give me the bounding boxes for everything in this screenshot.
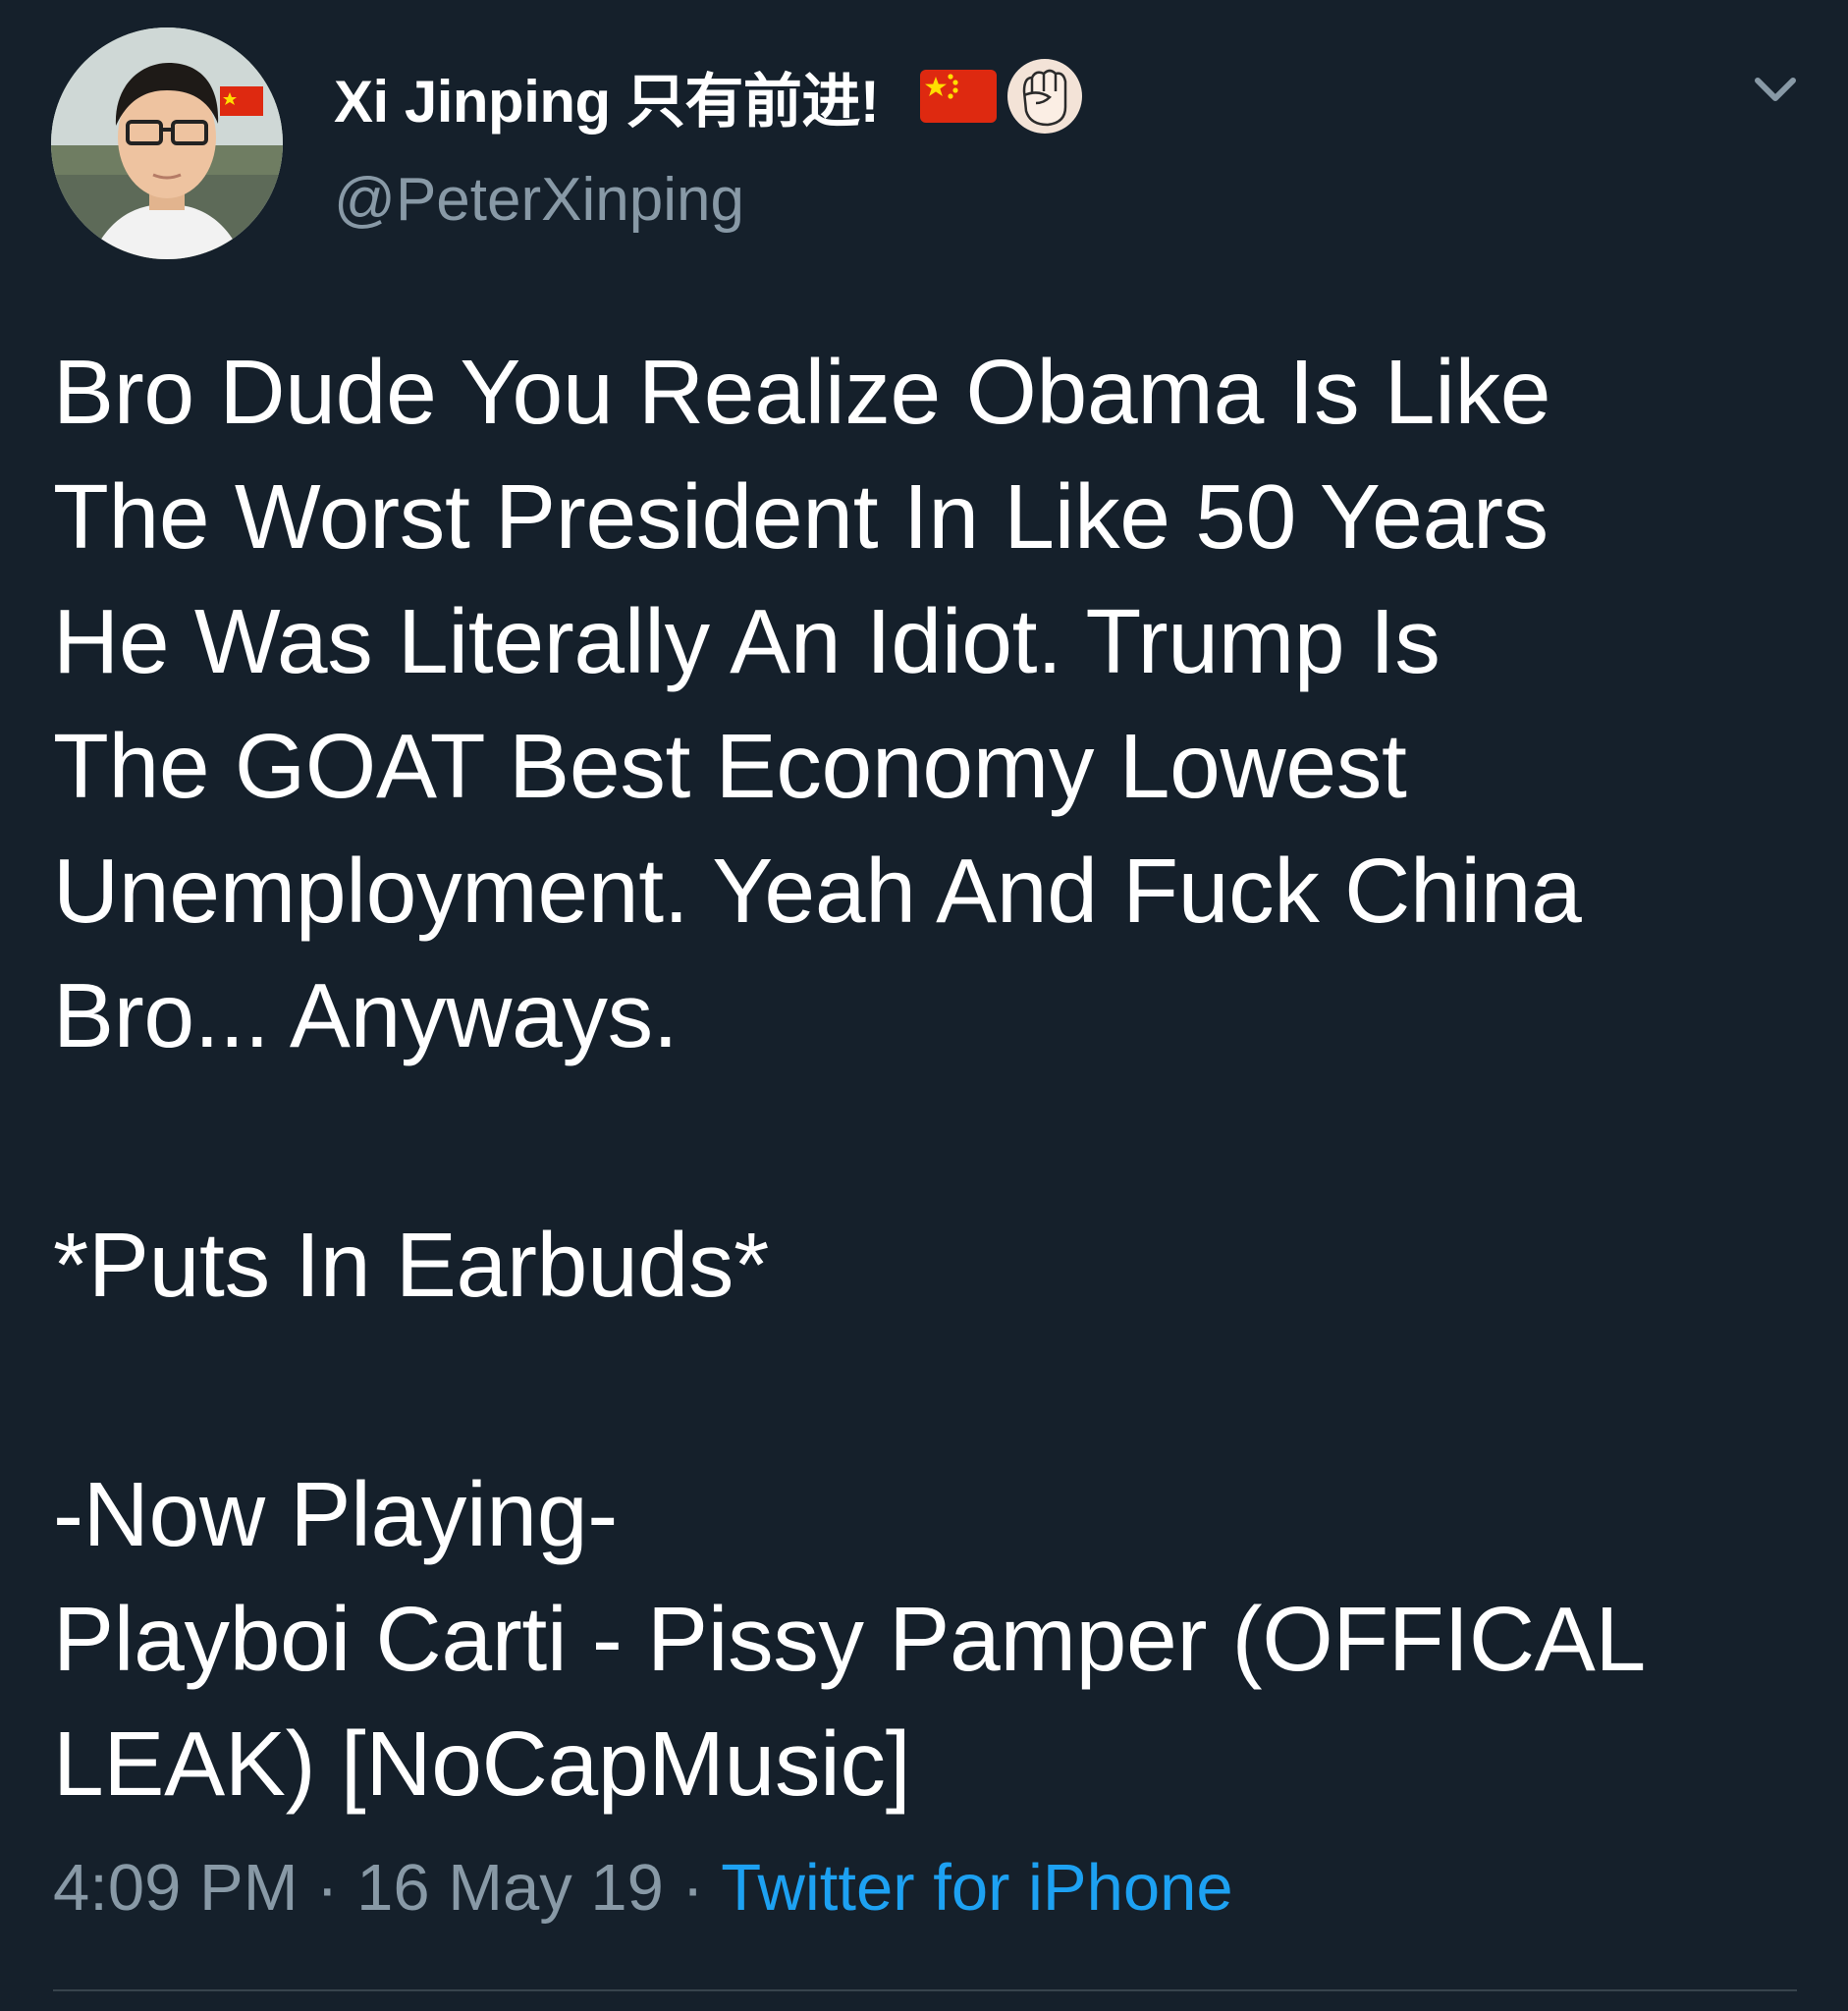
tweet-text-line: Unemployment. Yeah And Fuck China (53, 840, 1582, 942)
tweet-text-line: Bro Dude You Realize Obama Is Like (53, 341, 1551, 443)
tweet-text-line: He Was Literally An Idiot. Trump Is (53, 590, 1440, 692)
user-handle[interactable]: @PeterXinping (334, 165, 744, 235)
divider (53, 1989, 1797, 1991)
tweet-date[interactable]: 16 May 19 (356, 1851, 664, 1925)
tweet-time[interactable]: 4:09 PM (53, 1851, 299, 1925)
tweet-meta: 4:09 PM · 16 May 19 · Twitter for iPhone (53, 1850, 1233, 1926)
meta-separator: · (663, 1851, 722, 1925)
tweet-card: Xi Jinping 只有前进! @PeterXinping Bro Dude … (0, 0, 1848, 2011)
display-name-row[interactable]: Xi Jinping 只有前进! (334, 57, 1085, 136)
china-flag-icon (920, 70, 998, 123)
tweet-text-line: LEAK) [NoCapMusic] (53, 1712, 911, 1815)
tweet-text: Bro Dude You Realize Obama Is Like The W… (53, 330, 1811, 1826)
chevron-down-icon[interactable] (1748, 71, 1803, 110)
tweet-text-line: Playboi Carti - Pissy Pamper (OFFICAL (53, 1588, 1646, 1690)
tweet-text-line (53, 1078, 1811, 1203)
display-name[interactable]: Xi Jinping 只有前进! (334, 54, 880, 139)
tweet-text-line: The Worst President In Like 50 Years (53, 465, 1549, 568)
tweet-text-line (53, 1328, 1811, 1452)
raised-fist-icon (1005, 56, 1085, 136)
tweet-text-line: The GOAT Best Economy Lowest (53, 715, 1407, 817)
meta-separator: · (298, 1851, 357, 1925)
tweet-text-line: Bro... Anyways. (53, 964, 679, 1066)
tweet-text-line: *Puts In Earbuds* (53, 1214, 770, 1316)
tweet-text-line: -Now Playing- (53, 1463, 618, 1565)
tweet-source-link[interactable]: Twitter for iPhone (721, 1851, 1232, 1925)
avatar[interactable] (51, 27, 283, 259)
